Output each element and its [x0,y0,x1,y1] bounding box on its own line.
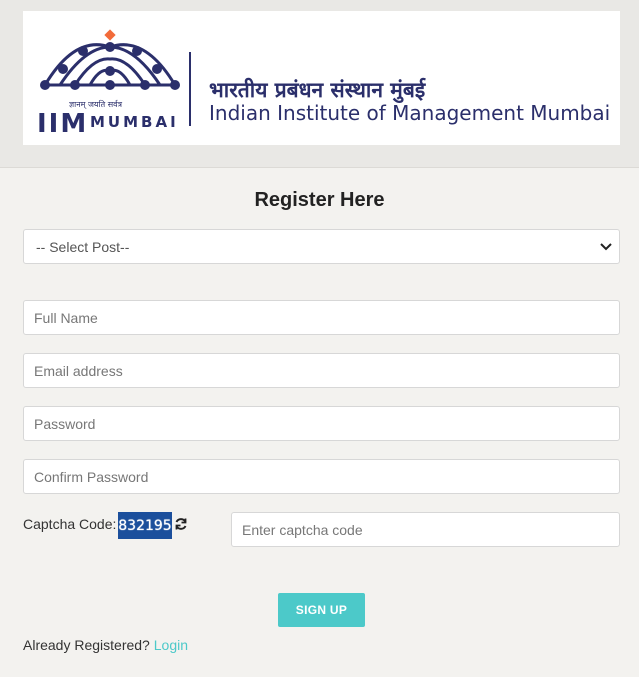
full-name-input[interactable] [23,300,620,335]
email-input[interactable] [23,353,620,388]
login-row: Already Registered? Login [23,637,188,653]
captcha-image: 832195 [118,512,172,539]
already-registered-text: Already Registered? [23,637,150,653]
iim-emblem-icon [40,29,180,90]
logo-divider [189,52,191,126]
post-select-value: -- Select Post-- [36,239,130,255]
password-input[interactable] [23,406,620,441]
logo-iim-text: IIM [37,109,89,139]
sign-up-button[interactable]: SIGN UP [278,593,365,627]
page-title: Register Here [254,189,385,211]
institute-logo-banner: ज्ञानम् जयति सर्वत्र IIM MUMBAI भारतीय प… [23,11,620,145]
confirm-password-input[interactable] [23,459,620,494]
header-band: ज्ञानम् जयति सर्वत्र IIM MUMBAI भारतीय प… [0,0,639,168]
post-select[interactable]: -- Select Post-- [23,229,620,264]
logo-mumbai-text: MUMBAI [90,113,179,131]
institute-name-english: Indian Institute of Management Mumbai [209,101,611,125]
captcha-input[interactable] [231,512,620,547]
chevron-down-icon [600,243,612,251]
institute-name-hindi: भारतीय प्रबंधन संस्थान मुंबई [209,78,426,102]
captcha-label: Captcha Code: [23,516,117,532]
login-link[interactable]: Login [154,637,188,653]
refresh-icon[interactable] [174,517,188,531]
